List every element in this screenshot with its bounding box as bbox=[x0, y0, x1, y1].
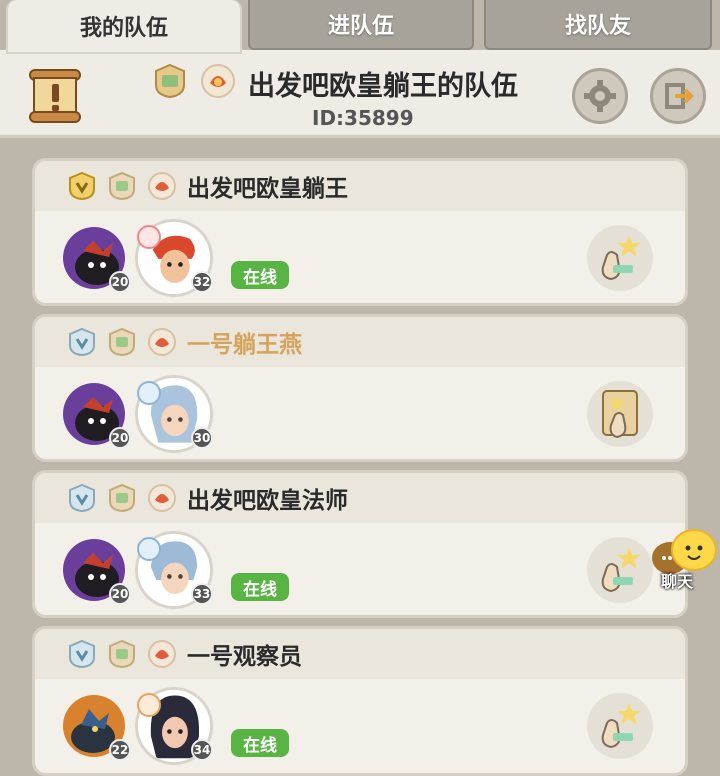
hero-level: 30 bbox=[191, 427, 213, 449]
tap-action-button[interactable] bbox=[587, 225, 653, 291]
crest-icon bbox=[148, 328, 176, 356]
member-name: 出发吧欧皇法师 bbox=[187, 488, 348, 514]
notice-scroll-icon[interactable] bbox=[26, 66, 84, 126]
tab-join-team-label: 进队伍 bbox=[327, 14, 394, 39]
pet-level: 22 bbox=[109, 739, 131, 761]
online-status: 在线 bbox=[231, 573, 289, 601]
card-action-button[interactable] bbox=[587, 381, 653, 447]
crest-icon bbox=[148, 484, 176, 512]
member-card[interactable]: 出发吧欧皇法师 20 33 在线 bbox=[32, 470, 688, 618]
team-badge-icon bbox=[109, 639, 135, 669]
tab-join-team[interactable]: 进队伍 bbox=[248, 0, 474, 50]
member-card[interactable]: 一号躺王燕 20 30 bbox=[32, 314, 688, 462]
chat-label: 聊天 bbox=[661, 572, 694, 591]
team-id: ID:35899 bbox=[312, 106, 414, 130]
tab-my-team[interactable]: 我的队伍 bbox=[6, 0, 242, 54]
hero-level: 32 bbox=[191, 271, 213, 293]
pet-level: 20 bbox=[109, 583, 131, 605]
mage-class-icon bbox=[137, 537, 161, 561]
team-badge-icon bbox=[109, 171, 135, 201]
pet-level: 20 bbox=[109, 271, 131, 293]
team-badge-icon bbox=[109, 327, 135, 357]
online-status: 在线 bbox=[231, 261, 289, 289]
exit-team-button[interactable] bbox=[650, 68, 706, 124]
team-header: 出发吧欧皇躺王的队伍 ID:35899 bbox=[0, 50, 720, 138]
exit-icon bbox=[665, 83, 694, 109]
member-name: 一号躺王燕 bbox=[187, 332, 302, 358]
rank-badge-silver-icon bbox=[69, 483, 95, 513]
team-crest-icon bbox=[201, 64, 235, 98]
archer-class-icon bbox=[137, 693, 161, 717]
pet-level: 20 bbox=[109, 427, 131, 449]
tap-action-button[interactable] bbox=[587, 693, 653, 759]
rank-badge-silver-icon bbox=[69, 639, 95, 669]
online-status: 在线 bbox=[231, 729, 289, 757]
team-badge-icon bbox=[109, 483, 135, 513]
tab-find-teammates[interactable]: 找队友 bbox=[484, 0, 712, 50]
crest-icon bbox=[148, 640, 176, 668]
member-card[interactable]: 一号观察员 22 34 在线 bbox=[32, 626, 688, 776]
hero-level: 33 bbox=[191, 583, 213, 605]
tap-hand-icon bbox=[601, 547, 641, 593]
tap-action-button[interactable] bbox=[587, 537, 653, 603]
hero-level: 34 bbox=[191, 739, 213, 761]
member-name: 一号观察员 bbox=[187, 644, 302, 670]
crest-icon bbox=[148, 172, 176, 200]
warrior-class-icon bbox=[137, 225, 161, 249]
rank-badge-gold-icon bbox=[69, 171, 95, 201]
tap-card-icon bbox=[602, 390, 638, 439]
tap-hand-icon bbox=[601, 235, 641, 281]
gear-icon bbox=[584, 80, 616, 112]
rank-badge-silver-icon bbox=[69, 327, 95, 357]
settings-button[interactable] bbox=[572, 68, 628, 124]
tab-my-team-label: 我的队伍 bbox=[79, 16, 168, 41]
tap-hand-icon bbox=[601, 703, 641, 749]
team-title: 出发吧欧皇躺王的队伍 bbox=[248, 71, 518, 102]
tab-bar: 我的队伍 进队伍 找队友 bbox=[0, 0, 720, 54]
member-card[interactable]: 出发吧欧皇躺王 20 32 在线 bbox=[32, 158, 688, 306]
mage-class-icon bbox=[137, 381, 161, 405]
member-name: 出发吧欧皇躺王 bbox=[187, 176, 348, 202]
team-rank-badge-icon bbox=[155, 63, 185, 99]
tab-find-teammates-label: 找队友 bbox=[564, 14, 631, 39]
